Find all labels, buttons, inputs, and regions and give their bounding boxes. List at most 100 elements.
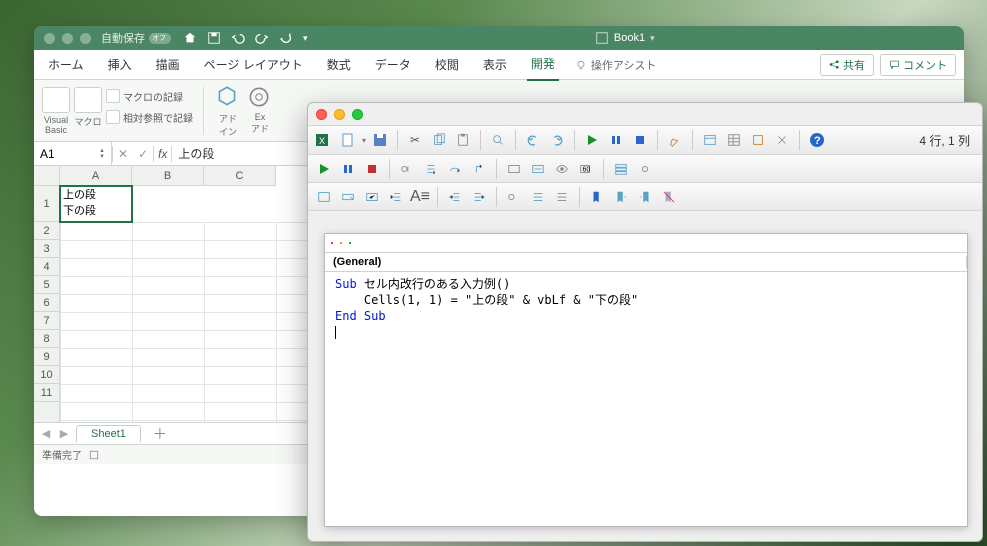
- window-controls[interactable]: [44, 33, 91, 44]
- step-over-icon[interactable]: [445, 159, 465, 179]
- col-header-b[interactable]: B: [132, 166, 204, 186]
- col-header-c[interactable]: C: [204, 166, 276, 186]
- fx-icon[interactable]: fx: [158, 147, 167, 161]
- call-stack-icon[interactable]: [611, 159, 631, 179]
- close-icon[interactable]: [44, 33, 55, 44]
- break-icon[interactable]: [606, 130, 626, 150]
- visual-basic-button[interactable]: Visual Basic: [42, 87, 70, 135]
- formula-value[interactable]: 上の段: [172, 145, 214, 162]
- indent-icon[interactable]: [386, 187, 406, 207]
- row-header-6[interactable]: 6: [34, 294, 59, 312]
- find-icon[interactable]: [488, 130, 508, 150]
- quick-watch-icon[interactable]: 60: [576, 159, 596, 179]
- col-header-a[interactable]: A: [60, 166, 132, 186]
- step-out-icon[interactable]: [469, 159, 489, 179]
- list-members-icon[interactable]: [314, 187, 334, 207]
- accessibility-icon[interactable]: [88, 449, 100, 461]
- new-icon[interactable]: [338, 130, 358, 150]
- breakpoint-icon[interactable]: [397, 159, 417, 179]
- undo-icon[interactable]: [523, 130, 543, 150]
- tab-insert[interactable]: 挿入: [104, 50, 136, 80]
- tab-review[interactable]: 校閲: [431, 50, 463, 80]
- select-all-corner[interactable]: [34, 166, 60, 186]
- zoom-icon[interactable]: [80, 33, 91, 44]
- bookmark-icon[interactable]: [587, 187, 607, 207]
- row-header-7[interactable]: 7: [34, 312, 59, 330]
- uncomment-block-icon[interactable]: [552, 187, 572, 207]
- complete-word-icon[interactable]: [362, 187, 382, 207]
- minimize-icon[interactable]: [334, 109, 345, 120]
- share-button[interactable]: 共有: [820, 54, 874, 76]
- comment-block-icon[interactable]: [528, 187, 548, 207]
- row-header-8[interactable]: 8: [34, 330, 59, 348]
- cut-icon[interactable]: ✂: [405, 130, 425, 150]
- tab-nav-prev[interactable]: ◀: [40, 427, 52, 440]
- row-header-3[interactable]: 3: [34, 240, 59, 258]
- toggle-breakpoint-icon[interactable]: [504, 187, 524, 207]
- row-header-1[interactable]: 1: [34, 186, 59, 222]
- properties-icon[interactable]: [724, 130, 744, 150]
- tab-pagelayout[interactable]: ページ レイアウト: [200, 50, 307, 80]
- namebox-stepper[interactable]: ▲▼: [99, 148, 105, 160]
- record-macro-button[interactable]: マクロの記録: [106, 89, 193, 104]
- tab-data[interactable]: データ: [371, 50, 415, 80]
- help-icon[interactable]: ?: [807, 130, 827, 150]
- zoom-icon[interactable]: [352, 109, 363, 120]
- format-icon[interactable]: A≡: [410, 187, 430, 207]
- minimize-icon[interactable]: [62, 33, 73, 44]
- autosave-toggle[interactable]: 自動保存: [101, 30, 171, 46]
- tab-formulas[interactable]: 数式: [323, 50, 355, 80]
- project-explorer-icon[interactable]: [700, 130, 720, 150]
- close-icon[interactable]: [316, 109, 327, 120]
- next-bookmark-icon[interactable]: [611, 187, 631, 207]
- tab-developer[interactable]: 開発: [527, 49, 559, 81]
- pause-icon[interactable]: [338, 159, 358, 179]
- zoom-icon[interactable]: [349, 242, 351, 244]
- refresh-icon[interactable]: [279, 31, 293, 45]
- step-into-icon[interactable]: [421, 159, 441, 179]
- addins-button[interactable]: アド イン: [214, 84, 242, 138]
- autosave-pill[interactable]: [149, 33, 171, 44]
- row-header-4[interactable]: 4: [34, 258, 59, 276]
- copy-icon[interactable]: [429, 130, 449, 150]
- row-header-5[interactable]: 5: [34, 276, 59, 294]
- tab-draw[interactable]: 描画: [152, 50, 184, 80]
- toolbox-icon[interactable]: [772, 130, 792, 150]
- reset-icon[interactable]: [630, 130, 650, 150]
- cancel-icon[interactable]: ✕: [113, 147, 133, 161]
- indent2-icon[interactable]: [469, 187, 489, 207]
- redo-icon[interactable]: [547, 130, 567, 150]
- watch-icon[interactable]: [552, 159, 572, 179]
- immediate-icon[interactable]: [528, 159, 548, 179]
- object-browser-icon[interactable]: [748, 130, 768, 150]
- continue-icon[interactable]: [314, 159, 334, 179]
- row-header-11[interactable]: 11: [34, 384, 59, 402]
- row-header-10[interactable]: 10: [34, 366, 59, 384]
- save-icon[interactable]: [370, 130, 390, 150]
- excel-icon[interactable]: X: [314, 130, 334, 150]
- cell-a1[interactable]: 上の段 下の段: [60, 186, 132, 222]
- stop-icon[interactable]: [362, 159, 382, 179]
- tell-me[interactable]: 操作アシスト: [575, 57, 657, 73]
- undo-icon[interactable]: [231, 31, 245, 45]
- sheet-tab-1[interactable]: Sheet1: [76, 425, 141, 442]
- row-header-9[interactable]: 9: [34, 348, 59, 366]
- dropdown-icon[interactable]: ▾: [362, 136, 366, 145]
- relative-ref-button[interactable]: 相対参照で記録: [106, 110, 193, 125]
- object-selector[interactable]: (General): [325, 256, 967, 268]
- chevron-down-icon[interactable]: ▾: [650, 33, 655, 44]
- prev-bookmark-icon[interactable]: [635, 187, 655, 207]
- close-icon[interactable]: [331, 242, 333, 244]
- row-header-2[interactable]: 2: [34, 222, 59, 240]
- run-icon[interactable]: [582, 130, 602, 150]
- comment-button[interactable]: コメント: [880, 54, 956, 76]
- tab-home[interactable]: ホーム: [44, 50, 88, 80]
- enter-icon[interactable]: ✓: [133, 147, 153, 161]
- clear-bookmarks-icon[interactable]: [659, 187, 679, 207]
- tab-nav-next[interactable]: ▶: [58, 427, 70, 440]
- name-box[interactable]: A1 ▲▼: [34, 142, 112, 165]
- locals-icon[interactable]: [504, 159, 524, 179]
- redo-icon[interactable]: [255, 31, 269, 45]
- tab-view[interactable]: 表示: [479, 50, 511, 80]
- outdent-icon[interactable]: [445, 187, 465, 207]
